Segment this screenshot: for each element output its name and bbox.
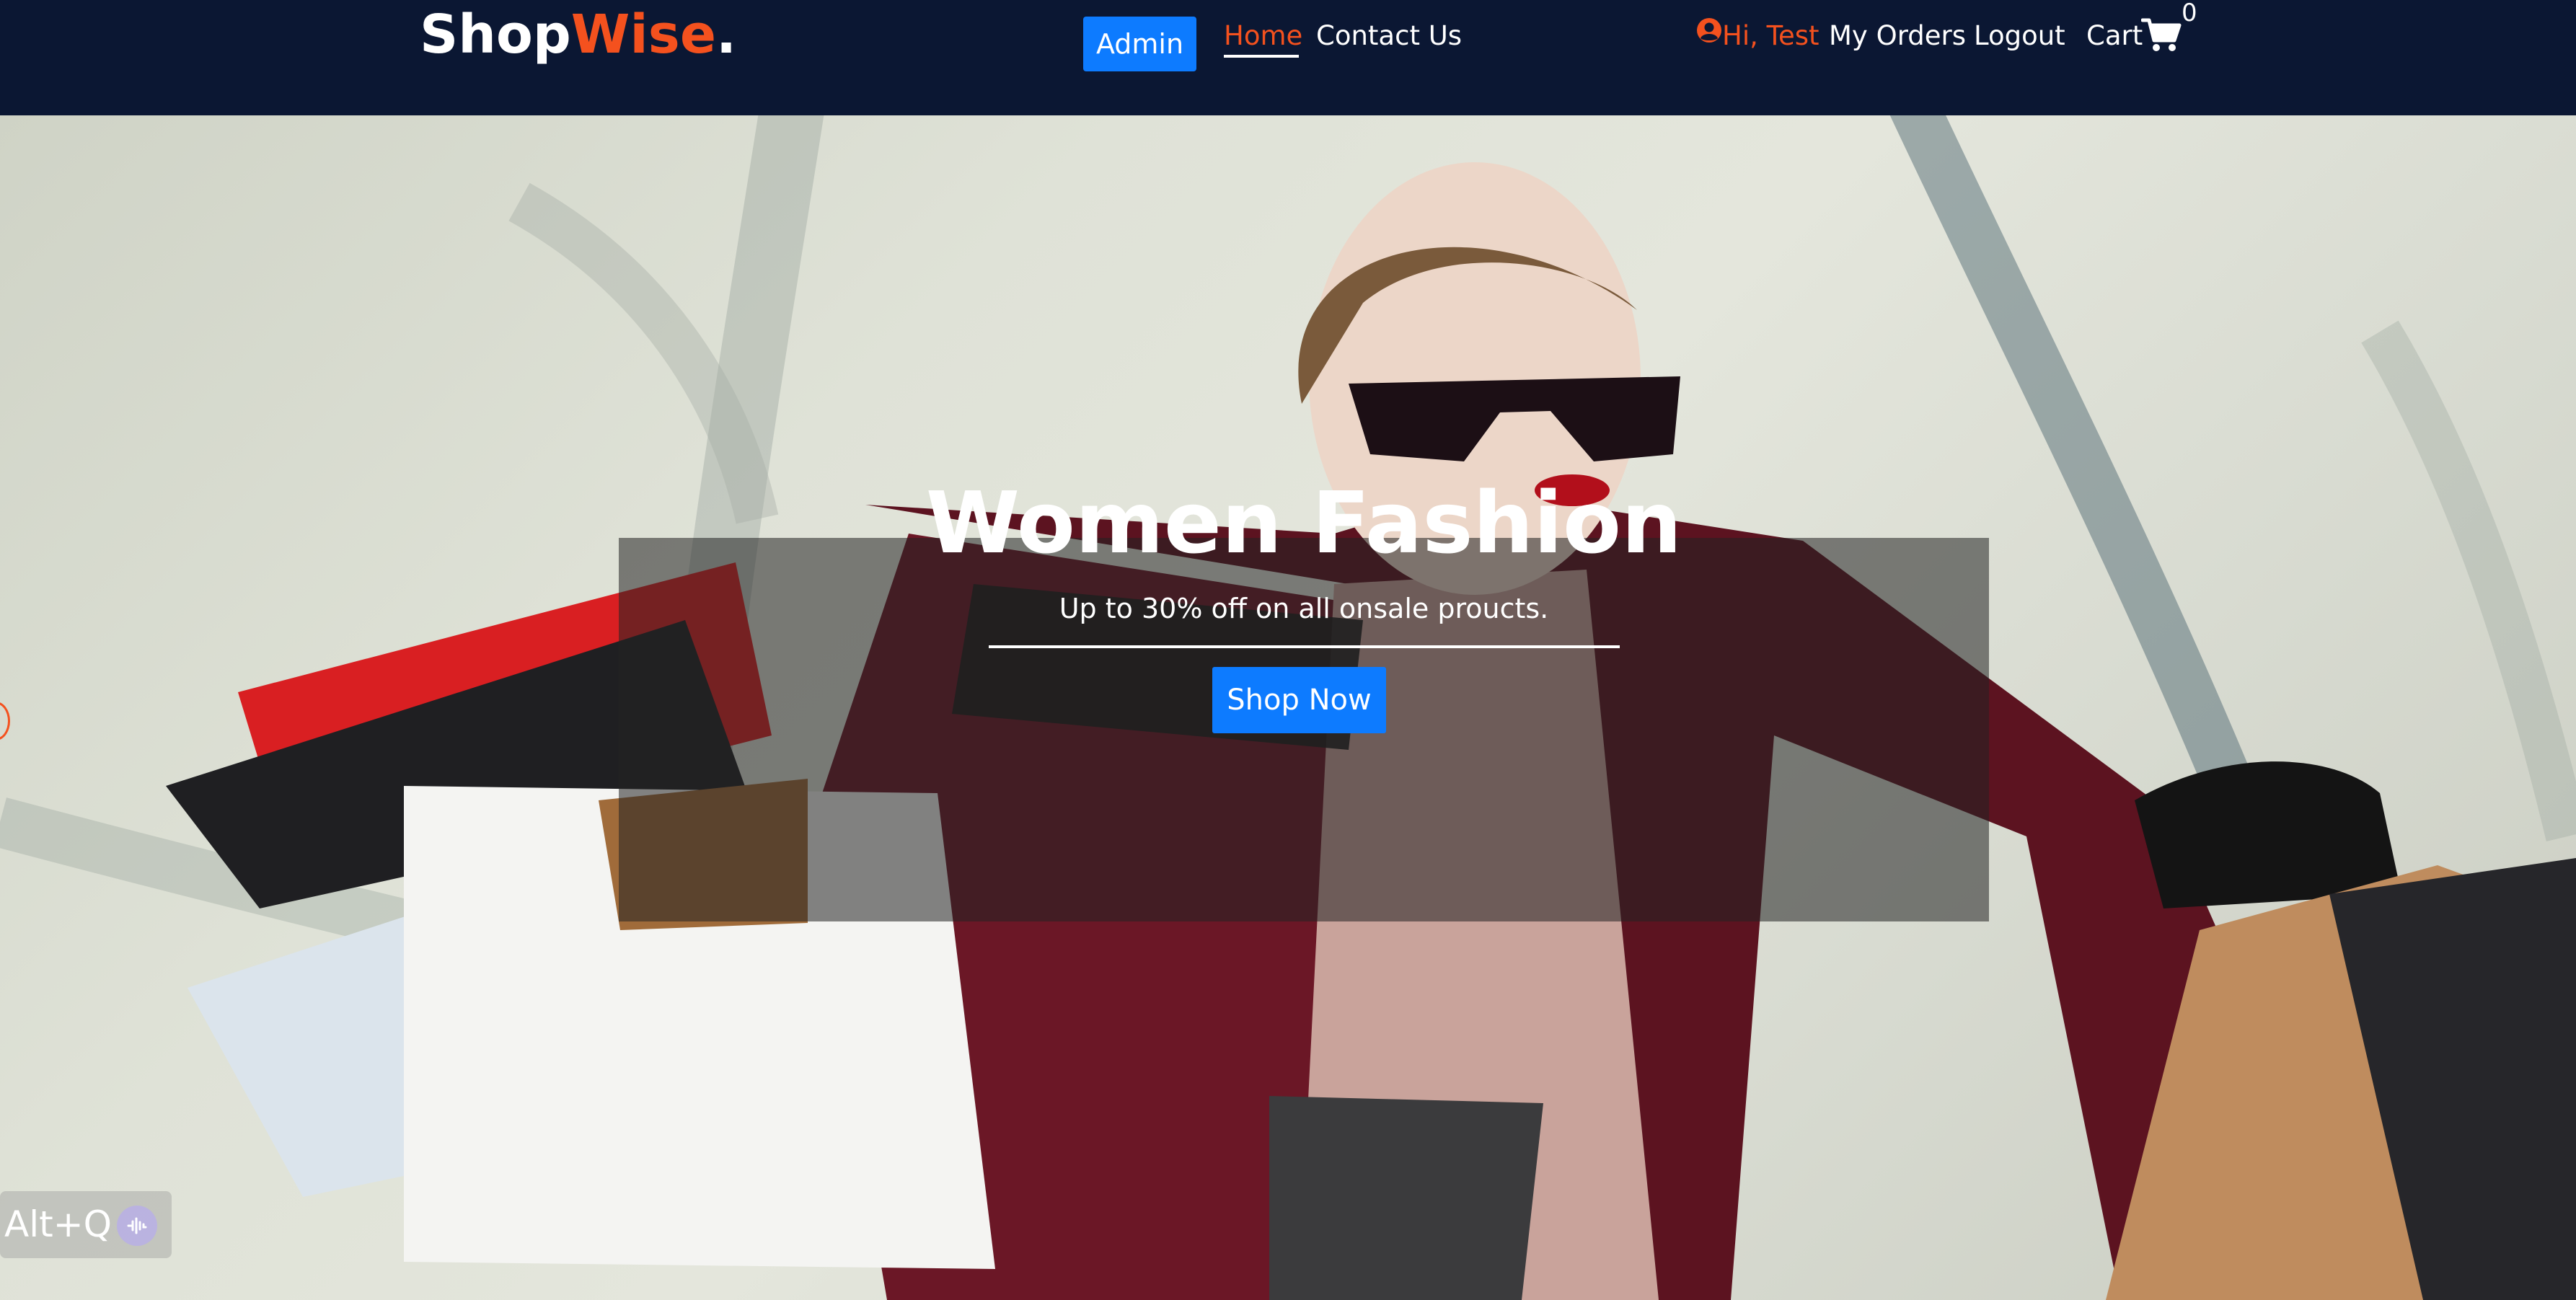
user-greeting[interactable]: Hi, Test (1722, 16, 1819, 56)
top-navbar: ShopWise. Admin Home Contact Us Hi, Test… (0, 0, 2576, 115)
nav-link-my-orders[interactable]: My Orders (1829, 16, 1966, 56)
cart-count-badge: 0 (2182, 0, 2197, 27)
brand-name-part1: Shop (420, 4, 571, 66)
admin-button[interactable]: Admin (1083, 17, 1196, 71)
hero-title: Women Fashion (925, 473, 1682, 572)
nav-link-logout[interactable]: Logout (1974, 16, 2065, 56)
nav-link-cart[interactable]: Cart (2086, 16, 2143, 56)
alt-q-label: Alt+Q (4, 1203, 112, 1245)
shop-now-button[interactable]: Shop Now (1212, 667, 1386, 733)
hero-divider (989, 645, 1620, 648)
shopping-cart-icon[interactable] (2141, 17, 2182, 53)
brand-name-part2: Wise (570, 4, 717, 66)
brand-logo[interactable]: ShopWise. (420, 1, 736, 68)
brand-dot: . (716, 4, 737, 66)
nav-link-contact-us[interactable]: Contact Us (1316, 16, 1462, 56)
nav-link-home[interactable]: Home (1224, 16, 1302, 56)
hero-subtitle: Up to 30% off on all onsale proucts. (1059, 593, 1549, 624)
audio-wave-icon (117, 1206, 157, 1246)
alt-q-widget[interactable]: Alt+Q (0, 1191, 172, 1258)
nav-active-underline (1224, 55, 1299, 58)
user-circle-icon (1697, 18, 1721, 43)
